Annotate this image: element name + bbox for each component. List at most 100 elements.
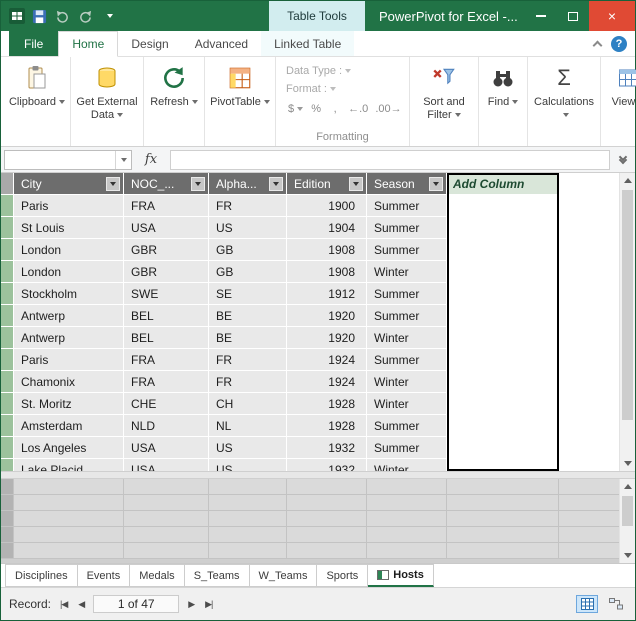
row-selector[interactable] [1, 371, 14, 393]
table-cell[interactable]: Winter [367, 393, 447, 415]
sort-and-filter-button[interactable]: Sort and Filter [413, 60, 475, 122]
calc-cell[interactable] [287, 527, 367, 543]
qat-dropdown-icon[interactable] [100, 8, 117, 25]
find-button[interactable]: Find [482, 60, 524, 109]
add-column-cell[interactable] [447, 349, 559, 371]
calc-row-selector[interactable] [1, 479, 14, 495]
scroll-down-icon[interactable] [620, 548, 635, 563]
formula-input[interactable] [170, 149, 610, 170]
column-header-city[interactable]: City [14, 173, 124, 195]
table-cell[interactable]: Paris [14, 349, 124, 371]
refresh-button[interactable]: Refresh [147, 60, 201, 109]
table-cell[interactable]: 1932 [287, 459, 367, 471]
table-cell[interactable]: US [209, 459, 287, 471]
calc-cell[interactable] [447, 543, 559, 559]
increase-decimal-button[interactable]: ←.0 [346, 101, 370, 117]
calc-cell[interactable] [209, 543, 287, 559]
table-cell[interactable]: Summer [367, 305, 447, 327]
calc-cell[interactable] [367, 511, 447, 527]
scrollbar-thumb[interactable] [622, 190, 633, 421]
calculations-button[interactable]: Σ Calculations [531, 60, 597, 122]
table-cell[interactable]: CHE [124, 393, 209, 415]
table-cell[interactable]: Winter [367, 371, 447, 393]
ribbon-tab-advanced[interactable]: Advanced [182, 31, 261, 56]
calc-cell[interactable] [287, 479, 367, 495]
calc-cell[interactable] [209, 527, 287, 543]
row-selector[interactable] [1, 283, 14, 305]
calc-cell[interactable] [447, 527, 559, 543]
sheet-tab-s_teams[interactable]: S_Teams [184, 564, 250, 587]
calc-cell[interactable] [287, 511, 367, 527]
add-column-cell[interactable] [447, 393, 559, 415]
table-cell[interactable]: FR [209, 195, 287, 217]
calc-cell[interactable] [209, 495, 287, 511]
row-selector[interactable] [1, 437, 14, 459]
table-cell[interactable]: BE [209, 305, 287, 327]
name-box[interactable] [4, 149, 132, 170]
table-cell[interactable]: London [14, 239, 124, 261]
add-column-header[interactable]: Add Column [447, 173, 559, 195]
name-box-dropdown-icon[interactable] [115, 150, 131, 169]
table-cell[interactable]: Summer [367, 217, 447, 239]
table-cell[interactable]: Antwerp [14, 327, 124, 349]
row-selector[interactable] [1, 217, 14, 239]
last-record-button[interactable]: ▶| [203, 599, 214, 610]
select-all-corner[interactable] [1, 173, 14, 195]
scroll-up-icon[interactable] [620, 173, 635, 188]
table-cell[interactable]: Los Angeles [14, 437, 124, 459]
grid-splitter[interactable] [1, 471, 635, 479]
row-selector[interactable] [1, 415, 14, 437]
row-selector[interactable] [1, 239, 14, 261]
calc-cell[interactable] [124, 495, 209, 511]
add-column-cell[interactable] [447, 283, 559, 305]
sheet-tab-disciplines[interactable]: Disciplines [5, 564, 78, 587]
ribbon-tab-design[interactable]: Design [118, 31, 181, 56]
add-column-cell[interactable] [447, 459, 559, 471]
table-cell[interactable]: St. Moritz [14, 393, 124, 415]
calc-cell[interactable] [14, 479, 124, 495]
ribbon-tab-linked-table[interactable]: Linked Table [261, 31, 355, 56]
row-selector[interactable] [1, 327, 14, 349]
table-cell[interactable]: 1924 [287, 349, 367, 371]
sheet-tab-w_teams[interactable]: W_Teams [249, 564, 318, 587]
calc-cell[interactable] [367, 543, 447, 559]
calc-row-selector[interactable] [1, 527, 14, 543]
thousands-button[interactable]: , [327, 101, 343, 117]
add-column-cell[interactable] [447, 415, 559, 437]
table-cell[interactable]: US [209, 437, 287, 459]
fx-button[interactable]: fx [136, 150, 166, 170]
table-cell[interactable]: 1908 [287, 261, 367, 283]
add-column-cell[interactable] [447, 217, 559, 239]
scrollbar-track[interactable] [620, 188, 635, 456]
table-cell[interactable]: 1928 [287, 393, 367, 415]
calc-cell[interactable] [287, 495, 367, 511]
ribbon-tab-home[interactable]: Home [58, 31, 119, 57]
calc-cell[interactable] [209, 479, 287, 495]
percent-button[interactable]: % [308, 101, 324, 117]
calc-cell[interactable] [367, 479, 447, 495]
table-cell[interactable]: 1912 [287, 283, 367, 305]
calc-cell[interactable] [14, 543, 124, 559]
next-record-button[interactable]: ▶ [186, 599, 196, 610]
first-record-button[interactable]: |◀ [58, 599, 69, 610]
table-scrollbar[interactable] [619, 173, 635, 471]
calc-cell[interactable] [447, 495, 559, 511]
table-cell[interactable]: Winter [367, 327, 447, 349]
calc-cell[interactable] [124, 527, 209, 543]
calc-cell[interactable] [287, 543, 367, 559]
row-selector[interactable] [1, 349, 14, 371]
ribbon-tab-file[interactable]: File [9, 31, 59, 56]
table-cell[interactable]: GBR [124, 261, 209, 283]
table-cell[interactable]: 1928 [287, 415, 367, 437]
table-cell[interactable]: 1924 [287, 371, 367, 393]
table-cell[interactable]: BEL [124, 327, 209, 349]
table-cell[interactable]: Summer [367, 415, 447, 437]
row-selector[interactable] [1, 393, 14, 415]
table-cell[interactable]: Winter [367, 459, 447, 471]
column-header-season[interactable]: Season [367, 173, 447, 195]
minimize-button[interactable] [525, 1, 557, 31]
table-cell[interactable]: GB [209, 239, 287, 261]
table-cell[interactable]: USA [124, 459, 209, 471]
table-cell[interactable]: 1932 [287, 437, 367, 459]
filter-icon[interactable] [269, 176, 283, 191]
